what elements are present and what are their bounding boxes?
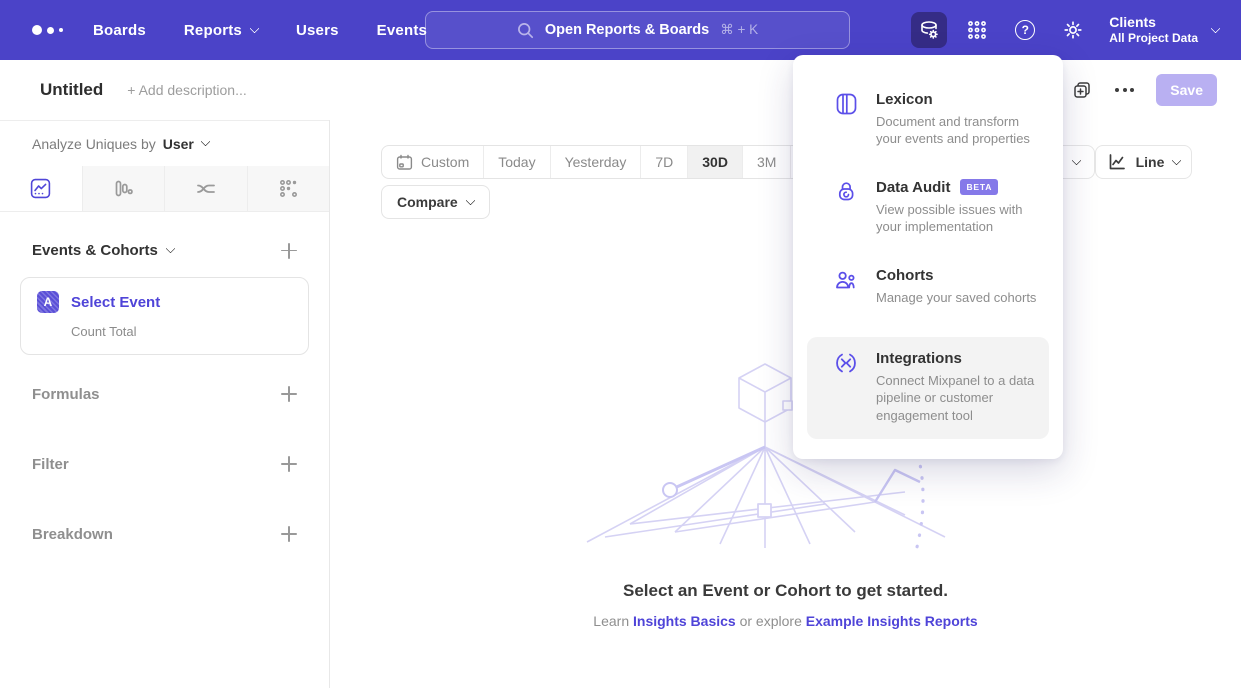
database-gear-icon bbox=[917, 18, 941, 42]
org-name: Clients bbox=[1109, 13, 1198, 31]
chevron-down-icon bbox=[250, 23, 260, 33]
report-title[interactable]: Untitled bbox=[40, 80, 103, 100]
main-content: Custom Today Yesterday 7D 30D 3M 6M Line… bbox=[330, 120, 1241, 688]
filter-section: Filter bbox=[0, 429, 329, 499]
dot-grid-icon bbox=[278, 178, 299, 199]
date-range-7d[interactable]: 7D bbox=[640, 146, 687, 178]
cohorts-icon bbox=[833, 267, 859, 293]
example-reports-link[interactable]: Example Insights Reports bbox=[806, 613, 978, 629]
date-range-today[interactable]: Today bbox=[483, 146, 549, 178]
breakdown-label: Breakdown bbox=[32, 526, 113, 543]
menu-item-lexicon[interactable]: Lexicon Document and transform your even… bbox=[807, 91, 1049, 148]
beta-badge: BETA bbox=[960, 179, 998, 195]
chart-type-dropdown[interactable]: Line bbox=[1095, 145, 1192, 179]
event-card[interactable]: A Select Event Count Total bbox=[20, 277, 309, 355]
compare-dropdown[interactable]: Compare bbox=[381, 185, 490, 219]
insights-basics-link[interactable]: Insights Basics bbox=[633, 613, 736, 629]
select-event-button[interactable]: Select Event bbox=[71, 294, 160, 311]
grid-9-dots-icon bbox=[966, 19, 988, 41]
empty-state-hint: Learn Insights Basics or explore Example… bbox=[330, 613, 1241, 629]
chevron-down-icon bbox=[200, 137, 210, 147]
tab-line-chart[interactable] bbox=[0, 166, 82, 211]
add-formula-button[interactable] bbox=[281, 386, 297, 402]
events-cohorts-header: Events & Cohorts bbox=[32, 242, 297, 259]
top-navbar: Boards Reports Users Events Open Reports… bbox=[0, 0, 1241, 60]
add-event-button[interactable] bbox=[281, 243, 297, 259]
date-range-custom[interactable]: Custom bbox=[382, 146, 483, 178]
add-breakdown-button[interactable] bbox=[281, 526, 297, 542]
event-letter-badge: A bbox=[37, 291, 59, 313]
formulas-section: Formulas bbox=[0, 359, 329, 429]
line-chart-icon bbox=[30, 178, 51, 199]
query-groups: Formulas Filter Breakdown bbox=[0, 359, 329, 569]
analyze-row: Analyze Uniques by User bbox=[0, 120, 329, 166]
formulas-label: Formulas bbox=[32, 386, 100, 403]
menu-item-integrations[interactable]: Integrations Connect Mixpanel to a data … bbox=[807, 337, 1049, 439]
primary-nav: Boards Reports Users Events bbox=[93, 22, 427, 39]
nav-reports[interactable]: Reports bbox=[184, 22, 258, 39]
report-header-actions: Save bbox=[1071, 60, 1217, 120]
line-chart-axis-icon bbox=[1107, 152, 1127, 172]
chevron-down-icon bbox=[1211, 23, 1221, 33]
breakdown-section: Breakdown bbox=[0, 499, 329, 569]
empty-state-title: Select an Event or Cohort to get started… bbox=[330, 581, 1241, 601]
data-audit-icon bbox=[833, 179, 859, 205]
search-placeholder: Open Reports & Boards bbox=[545, 22, 709, 38]
data-management-menu: Lexicon Document and transform your even… bbox=[793, 55, 1063, 459]
search-icon bbox=[517, 22, 534, 39]
visualization-tabs bbox=[0, 166, 329, 212]
nav-events[interactable]: Events bbox=[377, 22, 427, 39]
add-description-field[interactable]: + Add description... bbox=[127, 82, 246, 98]
settings-button[interactable] bbox=[1055, 12, 1091, 48]
apps-grid-button[interactable] bbox=[959, 12, 995, 48]
nav-boards[interactable]: Boards bbox=[93, 22, 146, 39]
date-range-yesterday[interactable]: Yesterday bbox=[550, 146, 641, 178]
integrations-icon bbox=[833, 350, 859, 376]
add-filter-button[interactable] bbox=[281, 456, 297, 472]
chevron-down-icon bbox=[465, 195, 475, 205]
menu-item-cohorts[interactable]: Cohorts Manage your saved cohorts bbox=[807, 267, 1049, 306]
filter-label: Filter bbox=[32, 456, 69, 473]
question-circle-icon bbox=[1015, 20, 1035, 40]
analyze-by-dropdown[interactable]: User bbox=[163, 136, 209, 152]
more-options-icon[interactable] bbox=[1115, 88, 1134, 92]
navbar-right: Clients All Project Data bbox=[911, 0, 1241, 60]
tab-metric-chart[interactable] bbox=[247, 166, 330, 211]
nav-users[interactable]: Users bbox=[296, 22, 339, 39]
count-total-dropdown[interactable]: Count Total bbox=[71, 324, 292, 339]
tab-flow-chart[interactable] bbox=[164, 166, 247, 211]
search-bar[interactable]: Open Reports & Boards ⌘ + K bbox=[425, 11, 850, 49]
lexicon-icon bbox=[833, 91, 859, 117]
mixpanel-logo-icon[interactable] bbox=[32, 25, 63, 35]
save-button[interactable]: Save bbox=[1156, 74, 1217, 106]
duplicate-icon[interactable] bbox=[1071, 79, 1093, 101]
chevron-down-icon bbox=[1172, 155, 1182, 165]
menu-item-data-audit[interactable]: Data Audit BETA View possible issues wit… bbox=[807, 179, 1049, 236]
query-sidebar: Analyze Uniques by User bbox=[0, 120, 330, 688]
events-cohorts-label[interactable]: Events & Cohorts bbox=[32, 242, 158, 259]
search-shortcut: ⌘ + K bbox=[720, 22, 758, 38]
flow-waves-icon bbox=[195, 178, 217, 200]
chevron-down-icon bbox=[1072, 155, 1082, 165]
help-button[interactable] bbox=[1007, 12, 1043, 48]
date-range-3m[interactable]: 3M bbox=[742, 146, 790, 178]
gear-icon bbox=[1061, 18, 1085, 42]
project-selector[interactable]: Clients All Project Data bbox=[1109, 13, 1198, 47]
chevron-down-icon bbox=[165, 244, 175, 254]
project-name: All Project Data bbox=[1109, 31, 1198, 47]
date-range-control: Custom Today Yesterday 7D 30D 3M 6M bbox=[381, 145, 840, 179]
data-management-button[interactable] bbox=[911, 12, 947, 48]
analyze-label: Analyze Uniques by bbox=[32, 136, 156, 152]
calendar-icon bbox=[396, 154, 413, 171]
date-range-30d[interactable]: 30D bbox=[687, 146, 742, 178]
tab-bar-chart[interactable] bbox=[82, 166, 165, 211]
bar-chart-icon bbox=[113, 178, 134, 199]
